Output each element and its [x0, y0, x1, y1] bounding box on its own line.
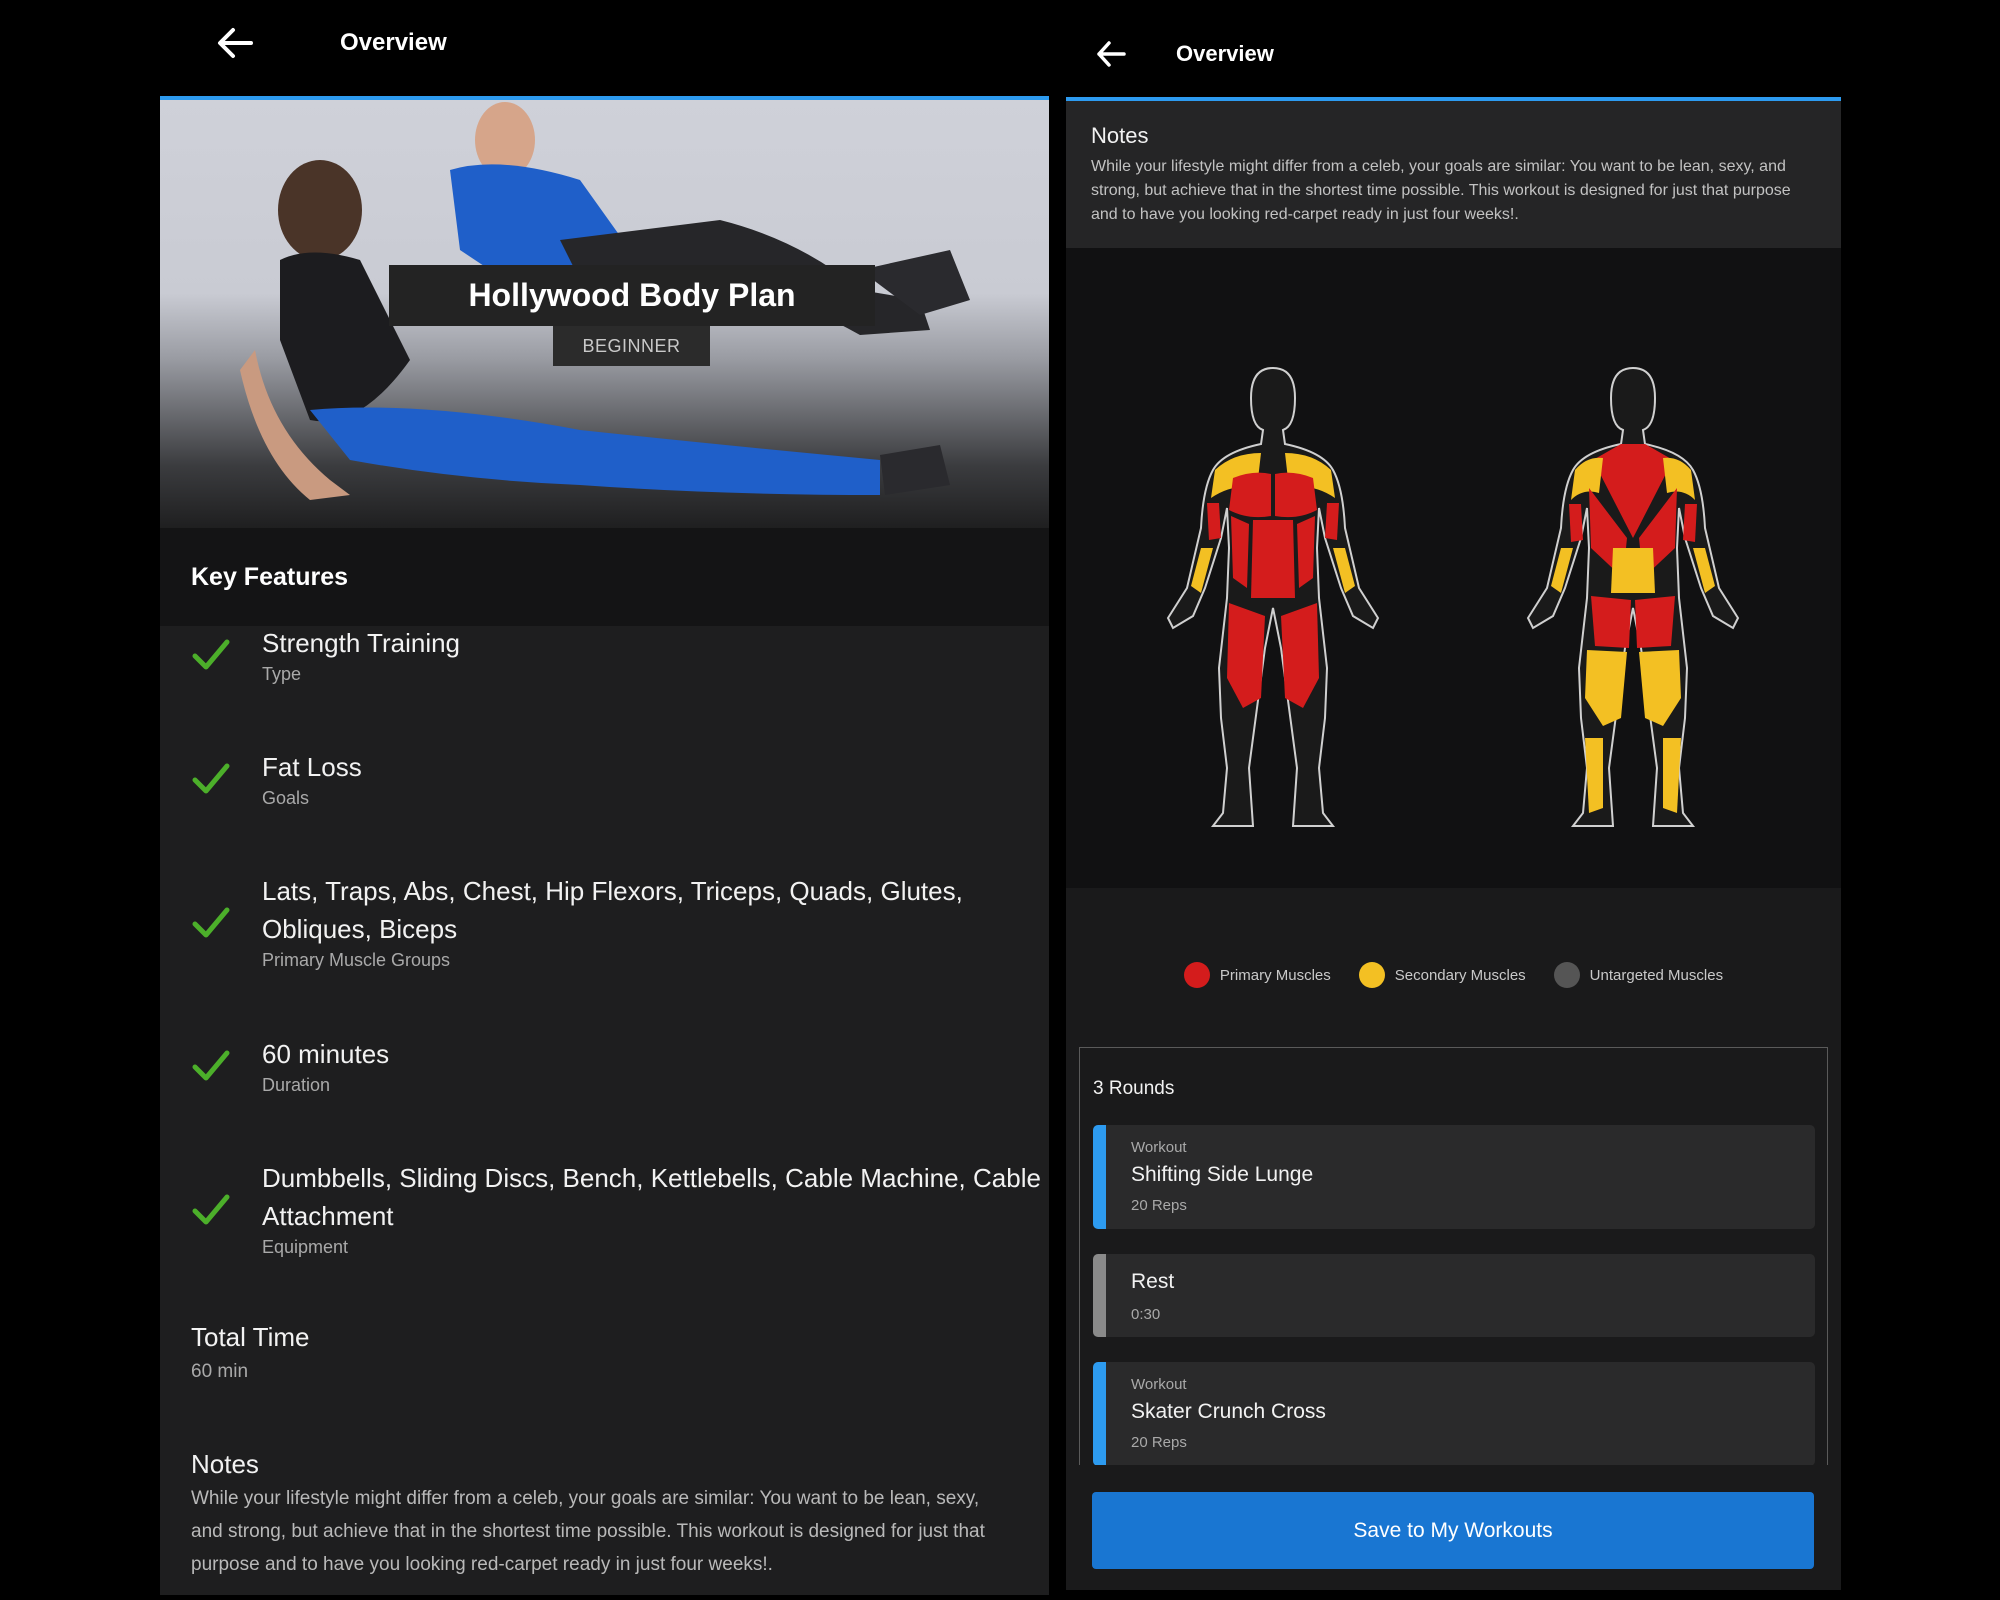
hero-banner: Hollywood Body Plan BEGINNER — [160, 100, 1049, 530]
total-time-value: 60 min — [191, 1361, 249, 1382]
step-accent — [1093, 1254, 1106, 1337]
front-body-figure — [1166, 366, 1380, 827]
legend-primary: Primary Muscles — [1183, 962, 1331, 988]
step-meta: 20 Reps — [1131, 1434, 1187, 1451]
checkmark-icon — [192, 907, 230, 938]
right-header: Overview — [1066, 12, 1841, 96]
save-footer: Save to My Workouts — [1066, 1465, 1841, 1590]
notes-heading: Notes — [1091, 123, 1149, 148]
feature-value: Strength Training — [262, 628, 461, 658]
total-time-section: Total Time 60 min — [191, 1322, 1049, 1383]
feature-label: Equipment — [262, 1237, 349, 1257]
level-badge: BEGINNER — [553, 326, 710, 366]
plan-overview-panel: Hollywood Body Plan BEGINNER Key Feature… — [160, 96, 1049, 1595]
step-name: Shifting Side Lunge — [1131, 1163, 1314, 1186]
key-features-title: Key Features — [191, 562, 349, 591]
legend-untargeted: Untargeted Muscles — [1553, 962, 1724, 988]
left-header: Overview — [160, 0, 1040, 86]
legend-secondary: Secondary Muscles — [1358, 962, 1526, 988]
feature-value: Fat Loss — [262, 752, 362, 782]
plan-title: Hollywood Body Plan — [468, 277, 796, 313]
feature-value: Dumbbells, Sliding Discs, Bench, Kettleb… — [262, 1163, 1041, 1231]
feature-label: Duration — [262, 1075, 331, 1095]
muscle-legend: Primary Muscles Secondary Muscles Untarg… — [1066, 962, 1841, 988]
gray-dot-icon — [1553, 962, 1580, 988]
yellow-dot-icon — [1358, 962, 1385, 988]
feature-value: 60 minutes — [262, 1039, 390, 1069]
step-accent — [1093, 1362, 1106, 1466]
checkmark-icon — [192, 763, 230, 794]
legend-label: Primary Muscles — [1219, 966, 1331, 984]
feature-label: Goals — [262, 788, 310, 808]
save-to-workouts-button[interactable]: Save to My Workouts — [1092, 1492, 1814, 1569]
step-kind: Workout — [1131, 1376, 1187, 1393]
step-kind: Workout — [1131, 1139, 1187, 1156]
notes-heading: Notes — [191, 1449, 259, 1479]
notes-line: and strong, but achieve that in the shor… — [191, 1521, 985, 1542]
plan-title-box: Hollywood Body Plan — [389, 265, 875, 326]
feature-label: Primary Muscle Groups — [262, 950, 451, 970]
rounds-list[interactable]: 3 Rounds Workout Shifting Side Lunge 20 … — [1079, 1047, 1828, 1467]
muscle-map — [1066, 248, 1841, 888]
back-button[interactable] — [1066, 12, 1156, 96]
workout-step[interactable]: Workout Skater Crunch Cross 20 Reps — [1093, 1362, 1815, 1466]
notes-line: While your lifestyle might differ from a… — [191, 1488, 980, 1509]
save-button-label: Save to My Workouts — [1353, 1518, 1553, 1542]
feature-label: Type — [262, 664, 302, 684]
feature-value: Lats, Traps, Abs, Chest, Hip Flexors, Tr… — [262, 876, 963, 944]
red-dot-icon — [1183, 962, 1210, 988]
checkmark-icon — [192, 1050, 230, 1081]
total-time-heading: Total Time — [191, 1322, 310, 1352]
arrow-left-icon — [218, 28, 253, 58]
level-label: BEGINNER — [582, 335, 681, 356]
step-accent — [1093, 1125, 1106, 1229]
step-meta: 0:30 — [1131, 1306, 1161, 1323]
header-title: Overview — [340, 29, 447, 56]
checkmark-icon — [192, 1194, 230, 1225]
muscle-map-figures — [1166, 366, 1740, 827]
notes-card: Notes While your lifestyle might differ … — [1066, 101, 1841, 248]
notes-line: purpose and to have you looking red-carp… — [191, 1554, 773, 1575]
legend-label: Secondary Muscles — [1394, 966, 1526, 984]
step-name: Skater Crunch Cross — [1131, 1400, 1326, 1423]
back-body-figure — [1526, 366, 1740, 827]
notes-text: While your lifestyle might differ from a… — [1091, 158, 1791, 223]
rest-step[interactable]: Rest 0:30 — [1093, 1254, 1815, 1337]
workout-detail-panel: Notes While your lifestyle might differ … — [1066, 97, 1841, 1590]
notes-section: Notes While your lifestyle might differ … — [191, 1449, 1049, 1579]
legend-label: Untargeted Muscles — [1589, 966, 1724, 984]
workout-step[interactable]: Workout Shifting Side Lunge 20 Reps — [1093, 1125, 1815, 1229]
back-button[interactable] — [180, 0, 290, 86]
step-meta: 20 Reps — [1131, 1197, 1187, 1214]
header-title: Overview — [1176, 41, 1274, 66]
step-name: Rest — [1131, 1270, 1175, 1293]
rounds-title: 3 Rounds — [1093, 1078, 1175, 1099]
arrow-left-icon — [1097, 41, 1126, 67]
key-features-header: Key Features — [160, 528, 1049, 626]
checkmark-icon — [192, 639, 230, 670]
